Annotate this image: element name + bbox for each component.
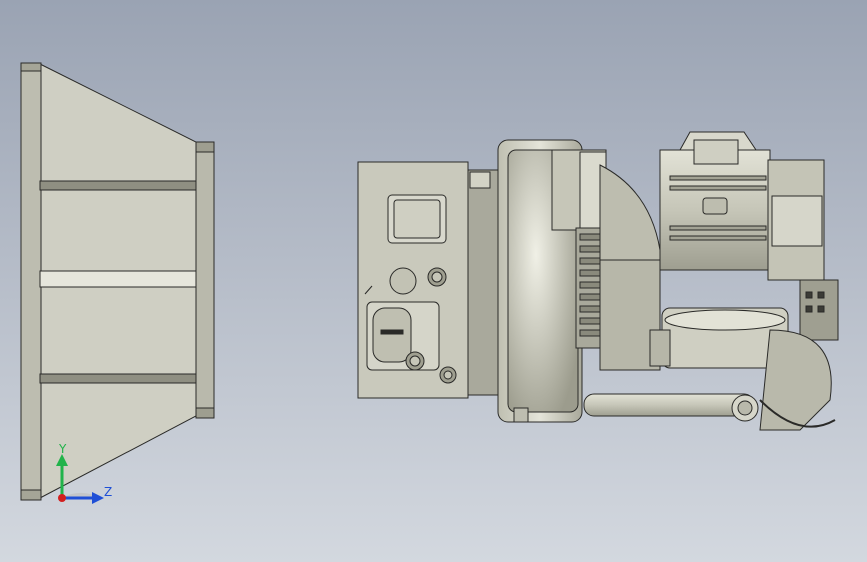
hood-enclosure: [20, 62, 215, 501]
z-axis-label: Z: [104, 485, 112, 499]
control-box: [357, 161, 499, 399]
burner-head: [599, 131, 839, 431]
gas-pipe: [583, 393, 759, 422]
y-axis-label: Y: [58, 442, 67, 456]
cad-viewport[interactable]: Y Z: [0, 0, 867, 562]
model-canvas[interactable]: Y Z: [0, 0, 867, 562]
